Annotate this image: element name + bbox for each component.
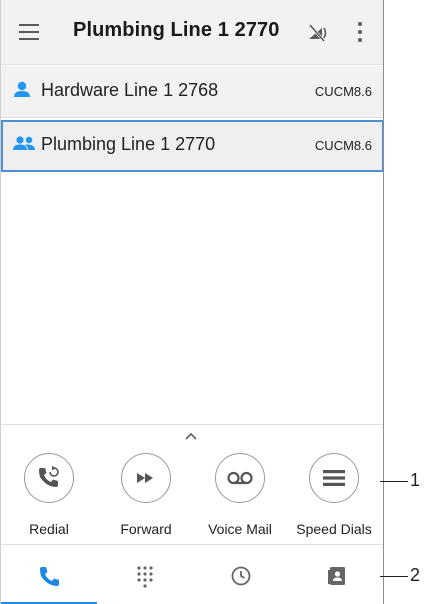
tab-calls[interactable] (1, 545, 97, 604)
redial-button[interactable]: Redial (4, 453, 94, 545)
app-title: Plumbing Line 1 2770 (73, 19, 280, 41)
speed-dials-button[interactable]: Speed Dials (289, 453, 379, 545)
voicemail-button[interactable]: Voice Mail (195, 453, 285, 545)
voicemail-label: Voice Mail (208, 521, 272, 537)
tab-keypad[interactable] (97, 545, 193, 604)
forward-icon (137, 473, 153, 483)
recents-clock-icon (231, 566, 251, 586)
line-server: CUCM8.6 (314, 84, 372, 99)
callout-line-1 (380, 481, 408, 482)
callout-label-2: 2 (410, 565, 421, 585)
more-vertical-icon[interactable] (353, 21, 367, 43)
callout-label-1: 1 (410, 470, 421, 490)
tab-recents[interactable] (193, 545, 289, 604)
network-status-icon[interactable] (306, 22, 330, 44)
quick-actions-dock: Redial Forward Voice Mail Speed Dials (1, 424, 383, 545)
single-person-icon (11, 80, 33, 105)
line-item-hardware[interactable]: Hardware Line 1 2768 CUCM8.6 (1, 66, 383, 118)
bottom-tab-bar (1, 544, 383, 604)
hamburger-menu-icon[interactable] (19, 21, 43, 43)
shared-line-icon (11, 134, 37, 159)
line-server: CUCM8.6 (314, 138, 372, 153)
expand-caret-icon[interactable] (184, 431, 198, 441)
speed-dials-icon (323, 470, 345, 486)
voicemail-icon (227, 471, 253, 485)
phone-screen: Plumbing Line 1 2770 Hardware Line 1 276… (0, 0, 384, 604)
dialpad-icon (137, 566, 153, 588)
redial-label: Redial (29, 521, 69, 537)
callout-line-2 (380, 576, 408, 577)
speed-dials-label: Speed Dials (296, 521, 372, 537)
line-item-plumbing[interactable]: Plumbing Line 1 2770 CUCM8.6 (1, 120, 383, 172)
tab-contacts[interactable] (289, 545, 383, 604)
contacts-icon (328, 567, 345, 585)
forward-button[interactable]: Forward (101, 453, 191, 545)
line-label: Hardware Line 1 2768 (41, 80, 219, 100)
redial-icon (39, 466, 59, 487)
forward-label: Forward (120, 521, 172, 537)
app-bar: Plumbing Line 1 2770 (1, 0, 383, 65)
phone-icon (40, 567, 59, 586)
line-label: Plumbing Line 1 2770 (41, 134, 216, 154)
